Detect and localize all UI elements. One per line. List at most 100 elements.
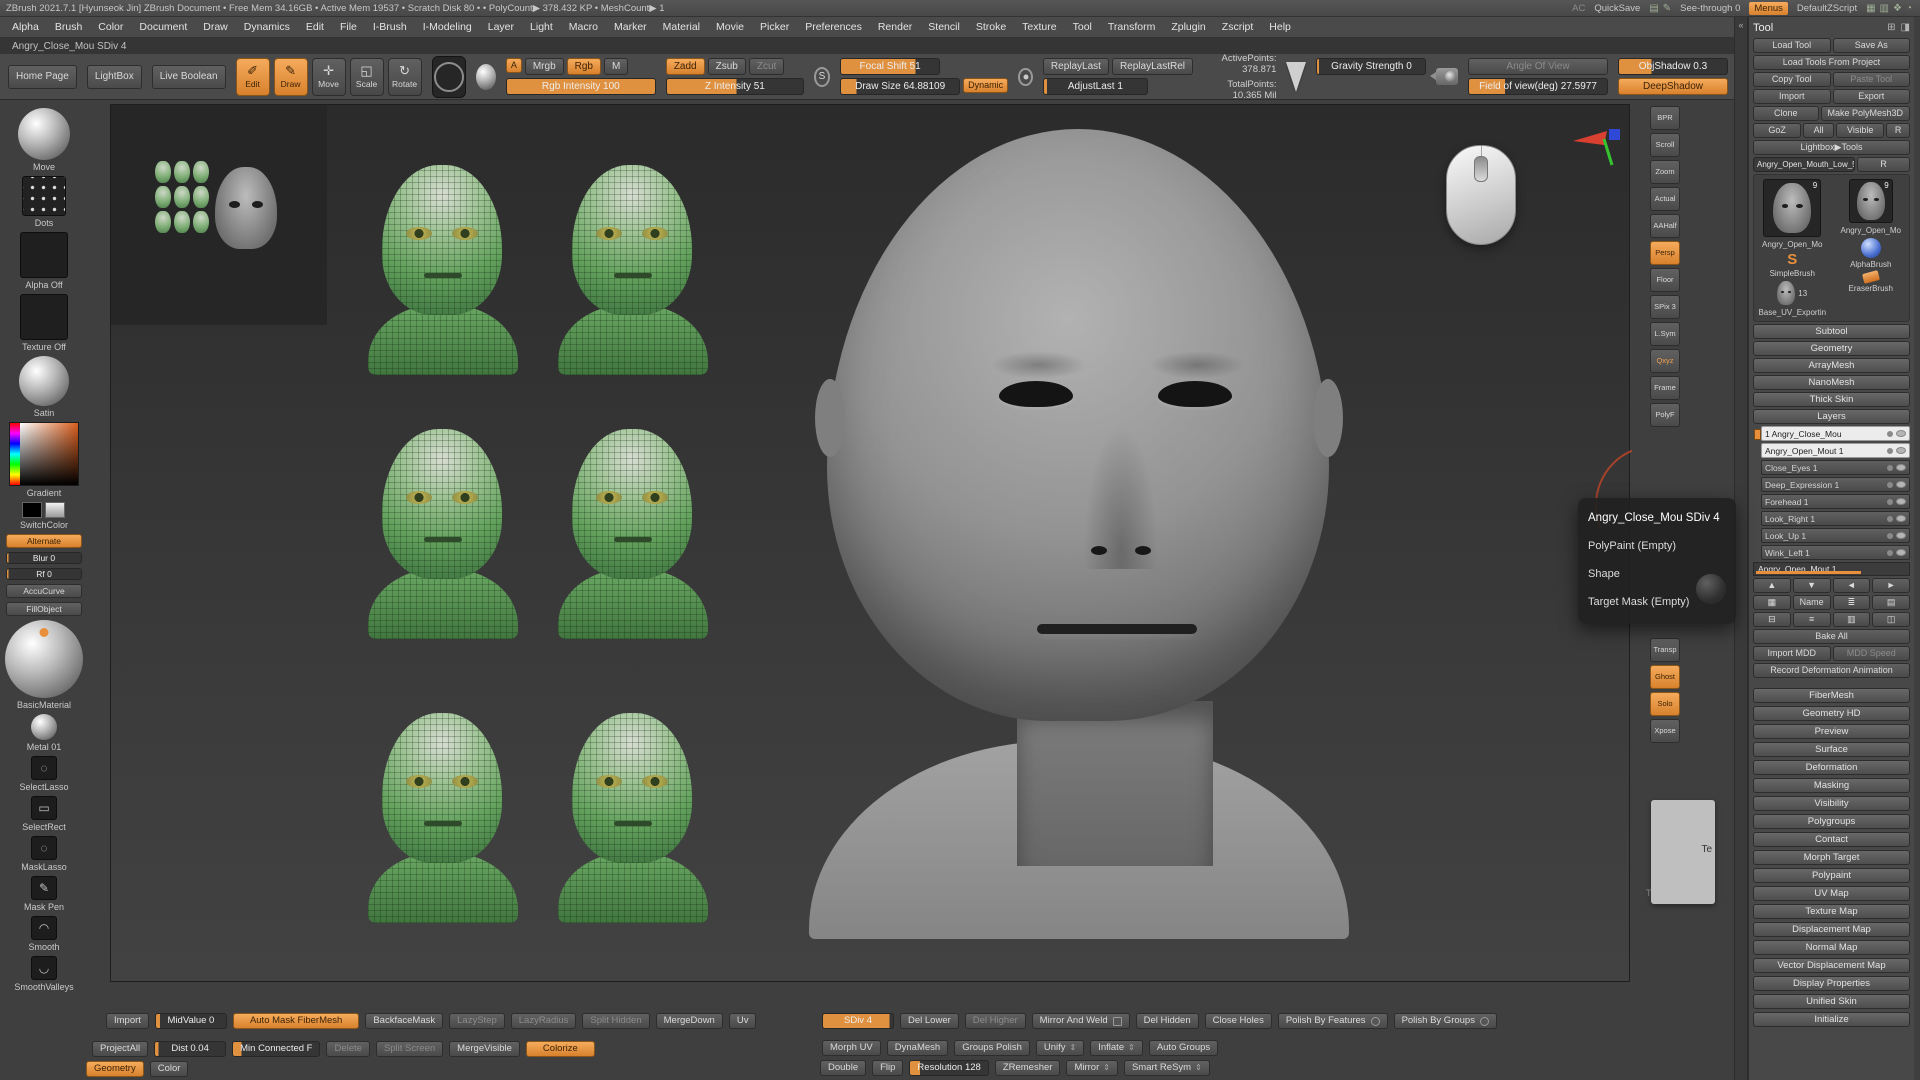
titlebar-icon[interactable]: ✎ (1663, 3, 1671, 14)
draw-size-slider[interactable]: Draw Size 64.88109 (840, 78, 960, 95)
menu-item[interactable]: I-Brush (365, 21, 415, 33)
titlebar-icon[interactable]: ❖ (1893, 3, 1902, 14)
bottom-bar-button[interactable]: Flip (872, 1060, 903, 1076)
bottom-bar-button[interactable]: Morph UV (822, 1040, 881, 1056)
layer-visibility-icon[interactable] (1896, 532, 1906, 539)
current-tool-name[interactable]: Angry_Open_Mouth_Low_50 (1753, 157, 1855, 172)
bottom-bar-button[interactable]: MergeVisible (449, 1041, 520, 1057)
lightbox-tools-button[interactable]: Lightbox▶Tools (1753, 140, 1910, 155)
bottom-bar-button[interactable]: Split Screen (376, 1041, 443, 1057)
right-shelf-button[interactable]: SPix 3 (1650, 295, 1680, 319)
clone-button[interactable]: Clone (1753, 106, 1819, 121)
bottom-bar-button[interactable]: Del Lower (900, 1013, 959, 1029)
menu-item[interactable]: Transform (1100, 21, 1163, 33)
satin-material-icon[interactable] (19, 356, 69, 406)
gravity-strength-slider[interactable]: Gravity Strength 0 (1316, 58, 1426, 75)
right-shelf-button[interactable]: Transp (1650, 638, 1680, 662)
bottom-bar-button[interactable]: Polish By Features (1278, 1013, 1388, 1029)
bottom-bar-button[interactable]: Unify (1036, 1040, 1084, 1056)
tool-section-header[interactable]: Thick Skin (1753, 392, 1910, 407)
alphabrush-item[interactable]: AlphaBrush (1850, 238, 1891, 269)
menu-item[interactable]: Zscript (1214, 21, 1262, 33)
layer-intensity-icon[interactable] (1887, 465, 1893, 471)
objshadow-slider[interactable]: ObjShadow 0.3 (1618, 58, 1728, 75)
layer-row[interactable]: Close_Eyes 1 (1761, 460, 1910, 475)
hue-bar[interactable] (10, 423, 20, 485)
bottom-bar-button[interactable]: ZRemesher (995, 1060, 1061, 1076)
layer-visibility-icon[interactable] (1896, 464, 1906, 471)
bottom-bar-button[interactable]: MidValue 0 (155, 1013, 227, 1029)
menu-item[interactable]: Edit (298, 21, 332, 33)
layer-visibility-icon[interactable] (1896, 515, 1906, 522)
menus-button[interactable]: Menus (1749, 2, 1788, 15)
right-shelf-button[interactable]: Qxyz (1650, 349, 1680, 373)
tool-section-header[interactable]: Normal Map (1753, 940, 1910, 955)
palette-switch-button[interactable]: Geometry (86, 1061, 144, 1077)
layer-visibility-icon[interactable] (1896, 430, 1906, 437)
right-shelf-button[interactable]: Scroll (1650, 133, 1680, 157)
menu-item[interactable]: Document (131, 21, 195, 33)
secondary-color-swatch[interactable] (45, 502, 65, 518)
menu-item[interactable]: Dynamics (236, 21, 298, 33)
right-shelf-button[interactable]: Solo (1650, 692, 1680, 716)
tool-section-header[interactable]: Visibility (1753, 796, 1910, 811)
bottom-bar-button[interactable]: Double (820, 1060, 866, 1076)
home-page-button[interactable]: Home Page (8, 65, 77, 89)
menu-item[interactable]: Movie (708, 21, 752, 33)
gravity-direction-icon[interactable] (1018, 68, 1033, 86)
menu-item[interactable]: Zplugin (1163, 21, 1213, 33)
focal-shift-slider[interactable]: Focal Shift 51 (840, 58, 940, 75)
layer-row[interactable]: Wink_Left 1 (1761, 545, 1910, 560)
menu-item[interactable]: Help (1261, 21, 1299, 33)
tool-section-header[interactable]: Morph Target (1753, 850, 1910, 865)
smooth-valleys-icon[interactable]: ◡ (31, 956, 57, 980)
smooth-brush-icon[interactable]: ◠ (31, 916, 57, 940)
layer-row[interactable]: Look_Up 1 (1761, 528, 1910, 543)
copy-tool-button[interactable]: Copy Tool (1753, 72, 1831, 87)
rgb-button[interactable]: Rgb (567, 58, 601, 75)
recent-tool-thumbnail[interactable]: 9 (1849, 179, 1893, 223)
goz-r-button[interactable]: R (1886, 123, 1910, 138)
menu-item[interactable]: Stroke (968, 21, 1014, 33)
default-zscript-button[interactable]: DefaultZScript (1797, 3, 1857, 14)
move-tool-icon[interactable] (18, 108, 70, 160)
material-sphere-icon[interactable] (476, 64, 496, 90)
right-shelf-button[interactable]: BPR (1650, 106, 1680, 130)
tool-section-header[interactable]: Polypaint (1753, 868, 1910, 883)
popup-menu-item[interactable]: PolyPaint (Empty) (1588, 540, 1726, 552)
tool-section-header[interactable]: Surface (1753, 742, 1910, 757)
alpha-off-icon[interactable] (20, 232, 68, 278)
right-shelf-button[interactable]: AAHalf (1650, 214, 1680, 238)
mask-lasso-icon[interactable]: ◌ (31, 836, 57, 860)
layer-intensity-icon[interactable] (1887, 482, 1893, 488)
bottom-bar-button[interactable]: Auto Groups (1149, 1040, 1218, 1056)
z-intensity-slider[interactable]: Z Intensity 51 (666, 78, 804, 95)
layer-visibility-icon[interactable] (1896, 481, 1906, 488)
record-deformation-button[interactable]: Record Deformation Animation (1753, 663, 1910, 678)
right-shelf-button[interactable]: Floor (1650, 268, 1680, 292)
mode-button[interactable]: ✐ Edit (236, 58, 270, 96)
adjust-last-slider[interactable]: AdjustLast 1 (1043, 78, 1148, 95)
menu-item[interactable]: Light (522, 21, 561, 33)
document-canvas[interactable] (110, 104, 1630, 982)
layer-intensity-icon[interactable] (1887, 533, 1893, 539)
menu-item[interactable]: Alpha (4, 21, 47, 33)
layer-arrow-button[interactable]: ▼ (1793, 578, 1831, 593)
axis-gizmo[interactable] (1571, 129, 1625, 171)
dynamic-button[interactable]: Dynamic (963, 78, 1008, 93)
right-shelf-button[interactable]: Actual (1650, 187, 1680, 211)
saturation-value-square[interactable] (20, 423, 78, 485)
tool-section-header[interactable]: FiberMesh (1753, 688, 1910, 703)
bottom-bar-button[interactable]: Polish By Groups (1394, 1013, 1497, 1029)
camera-icon[interactable] (1436, 68, 1458, 85)
zcut-button[interactable]: Zcut (749, 58, 784, 75)
rf-slider[interactable]: Rf 0 (6, 568, 82, 580)
mask-pen-icon[interactable]: ✎ (31, 876, 57, 900)
layer-row[interactable]: 1 Angry_Close_Mou (1761, 426, 1910, 441)
layer-intensity-icon[interactable] (1887, 550, 1893, 556)
layer-arrow-button[interactable]: ▲ (1753, 578, 1791, 593)
goz-button[interactable]: GoZ (1753, 123, 1801, 138)
tool-section-header[interactable]: Display Properties (1753, 976, 1910, 991)
right-shelf-button[interactable]: Xpose (1650, 719, 1680, 743)
titlebar-icon[interactable]: ▤ (1649, 3, 1658, 14)
